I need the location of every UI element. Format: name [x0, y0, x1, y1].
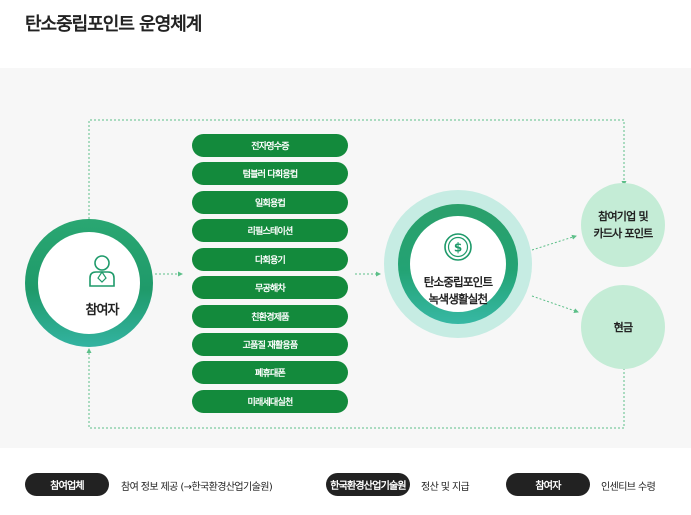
person-icon [89, 255, 115, 287]
activity-pill: 전자영수증 [192, 134, 348, 157]
arrow-hub-to-partners [531, 234, 577, 251]
activity-pill: 무공해차 [192, 276, 348, 299]
participant-label: 참여자 [85, 303, 120, 318]
participant-circle: 참여자 [25, 219, 153, 347]
activity-pill: 미래세대실천 [192, 390, 348, 413]
arrow-hub-to-cash [531, 295, 579, 314]
legend-badge: 한국환경산업기술원 [326, 473, 410, 496]
coin-dollar-icon: $ [444, 233, 472, 261]
legend-text: 정산 및 지급 [421, 482, 470, 493]
hub-label-line1: 탄소중립포인트 [423, 275, 493, 289]
activity-pill: 고품질 재활용품 [192, 333, 348, 356]
cash-circle: 현금 [581, 285, 665, 369]
cash-label: 현금 [613, 320, 633, 334]
svg-text:$: $ [454, 241, 462, 255]
legend-text: 참여 정보 제공 (→한국환경산업기술원) [121, 482, 273, 493]
activity-pill: 다회용기 [192, 248, 348, 271]
hub-label-line2: 녹색생활실천 [428, 292, 488, 306]
partners-circle: 참여기업 및 카드사 포인트 [581, 183, 665, 267]
legend-badge: 참여자 [506, 473, 590, 496]
bottom-loop-line [86, 348, 625, 429]
partners-label-line1: 참여기업 및 [598, 210, 648, 223]
top-loop-line [88, 119, 627, 219]
activity-pill: 폐휴대폰 [192, 361, 348, 384]
legend-badge: 참여업체 [25, 473, 109, 496]
activity-pill: 리필스테이션 [192, 219, 348, 242]
hub-circle: $ 탄소중립포인트 녹색생활실천 [384, 190, 532, 338]
partners-label-line2: 카드사 포인트 [593, 227, 654, 240]
activity-pill: 일회용컵 [192, 191, 348, 214]
activity-pill: 텀블러 다회용컵 [192, 162, 348, 185]
activity-pill: 친환경제품 [192, 305, 348, 328]
legend-text: 인센티브 수령 [601, 482, 656, 493]
